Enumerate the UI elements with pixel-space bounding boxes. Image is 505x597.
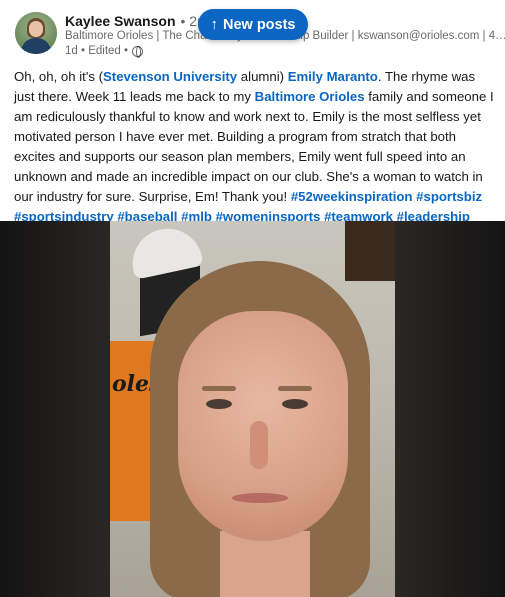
post-text-1: Oh, oh, oh it's ( — [14, 69, 104, 84]
post-text-2: alumni) — [237, 69, 288, 84]
video-letterbox-right — [395, 221, 505, 597]
video-person-mouth — [232, 493, 288, 503]
post-meta: 1d • Edited • — [65, 45, 144, 58]
post-header: Kaylee Swanson • 2nd Baltimore Orioles |… — [0, 0, 505, 64]
author-avatar[interactable] — [15, 12, 57, 54]
post-video[interactable]: oles — [0, 221, 505, 597]
hashtag-link[interactable]: #52weekinspiration — [291, 189, 413, 204]
avatar-face — [29, 21, 43, 37]
video-frame: oles — [110, 221, 395, 597]
video-person-brow — [202, 386, 236, 391]
author-name-row: Kaylee Swanson • 2nd — [65, 12, 213, 30]
new-posts-button[interactable]: ↑ New posts — [198, 9, 308, 40]
video-person-eye — [206, 399, 232, 409]
post-body: Oh, oh, oh it's (Stevenson University al… — [14, 67, 494, 227]
video-shelf — [345, 221, 395, 281]
hashtag-link[interactable]: #sportsbiz — [416, 189, 482, 204]
post-time: 1d • Edited • — [65, 45, 129, 57]
author-name[interactable]: Kaylee Swanson — [65, 13, 176, 29]
mention-emily-maranto[interactable]: Emily Maranto — [288, 69, 378, 84]
video-person-nose — [250, 421, 268, 469]
mention-stevenson-university[interactable]: Stevenson University — [103, 69, 237, 84]
video-person-brow — [278, 386, 312, 391]
post-text-4: family and someone I am rediculously tha… — [14, 89, 494, 204]
arrow-up-icon: ↑ — [210, 16, 218, 33]
video-person-eye — [282, 399, 308, 409]
new-posts-label: New posts — [222, 16, 296, 33]
video-letterbox-left — [0, 221, 110, 597]
mention-baltimore-orioles[interactable]: Baltimore Orioles — [255, 89, 365, 104]
globe-icon — [132, 45, 144, 58]
